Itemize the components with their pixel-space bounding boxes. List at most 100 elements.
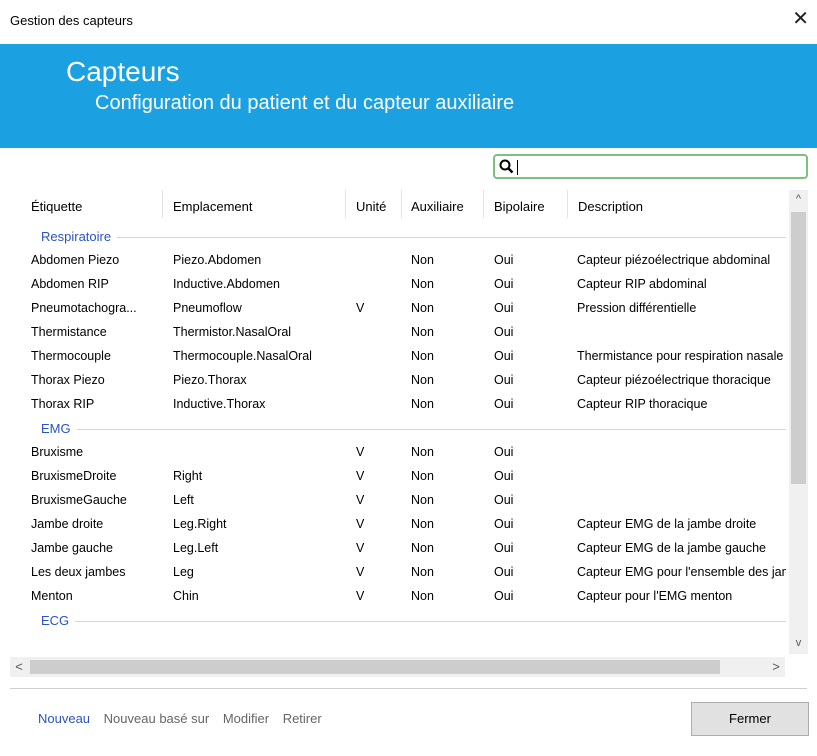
- modify-link[interactable]: Modifier: [223, 711, 269, 726]
- cell-bipolar: Oui: [494, 493, 514, 507]
- cell-description: Capteur pour l'EMG menton: [577, 589, 733, 603]
- cell-label: Thermistance: [31, 325, 107, 339]
- cell-unit: V: [356, 517, 365, 531]
- table-row[interactable]: BruxismeDroite Right V Non Oui: [10, 464, 786, 488]
- table-row[interactable]: Thorax Piezo Piezo.Thorax Non Oui Capteu…: [10, 368, 786, 392]
- cell-auxiliary: Non: [411, 397, 434, 411]
- cell-description: Capteur EMG pour l'ensemble des jambes: [577, 565, 786, 579]
- cell-label: Jambe droite: [31, 517, 104, 531]
- cell-description: Capteur piézoélectrique abdominal: [577, 253, 771, 267]
- horizontal-scroll-thumb[interactable]: [30, 660, 720, 674]
- cell-description: Capteur RIP thoracique: [577, 397, 708, 411]
- column-header-description[interactable]: Description: [568, 190, 785, 224]
- footer-actions: Nouveau Nouveau basé sur Modifier Retire…: [38, 711, 332, 726]
- cell-label: Les deux jambes: [31, 565, 126, 579]
- cell-location: Pneumoflow: [173, 301, 242, 315]
- table-row[interactable]: Abdomen Piezo Piezo.Abdomen Non Oui Capt…: [10, 248, 786, 272]
- scroll-up-icon[interactable]: ^: [789, 190, 808, 208]
- cell-unit: V: [356, 565, 365, 579]
- cell-auxiliary: Non: [411, 253, 434, 267]
- column-header-unit[interactable]: Unité: [346, 190, 402, 224]
- new-based-on-link[interactable]: Nouveau basé sur: [104, 711, 210, 726]
- column-header-auxiliary[interactable]: Auxiliaire: [402, 190, 484, 224]
- cell-bipolar: Oui: [494, 445, 514, 459]
- cell-auxiliary: Non: [411, 349, 434, 363]
- cell-unit: V: [356, 469, 365, 483]
- cell-auxiliary: Non: [411, 325, 434, 339]
- cell-bipolar: Oui: [494, 301, 514, 315]
- cell-auxiliary: Non: [411, 469, 434, 483]
- cell-label: Abdomen RIP: [31, 277, 109, 291]
- table-row[interactable]: Thermocouple Thermocouple.NasalOral Non …: [10, 344, 786, 368]
- cell-location: Inductive.Abdomen: [173, 277, 281, 291]
- table-row[interactable]: Jambe droite Leg.Right V Non Oui Capteur…: [10, 512, 786, 536]
- column-header-location[interactable]: Emplacement: [163, 190, 346, 224]
- cell-location: Right: [173, 469, 203, 483]
- cell-unit: V: [356, 445, 365, 459]
- text-caret: [517, 160, 518, 175]
- cell-description: Capteur RIP abdominal: [577, 277, 707, 291]
- cell-auxiliary: Non: [411, 277, 434, 291]
- search-input[interactable]: [493, 154, 808, 179]
- cell-label: Abdomen Piezo: [31, 253, 120, 267]
- table-row[interactable]: Thermistance Thermistor.NasalOral Non Ou…: [10, 320, 786, 344]
- column-header-bipolar[interactable]: Bipolaire: [484, 190, 568, 224]
- cell-bipolar: Oui: [494, 253, 514, 267]
- cell-label: BruxismeDroite: [31, 469, 117, 483]
- table-row[interactable]: Thorax RIP Inductive.Thorax Non Oui Capt…: [10, 392, 786, 416]
- cell-bipolar: Oui: [494, 565, 514, 579]
- vertical-scrollbar[interactable]: ^ v: [789, 190, 808, 654]
- cell-label: Menton: [31, 589, 73, 603]
- header-banner: Capteurs Configuration du patient et du …: [0, 44, 817, 148]
- cell-auxiliary: Non: [411, 445, 434, 459]
- cell-location: Leg.Left: [173, 541, 219, 555]
- table-row[interactable]: Jambe gauche Leg.Left V Non Oui Capteur …: [10, 536, 786, 560]
- table-row[interactable]: Menton Chin V Non Oui Capteur pour l'EMG…: [10, 584, 786, 608]
- new-link[interactable]: Nouveau: [38, 711, 90, 726]
- close-icon[interactable]: ✕: [792, 9, 809, 29]
- group-header-ecg: ECG: [10, 608, 786, 632]
- table-row[interactable]: Bruxisme V Non Oui: [10, 440, 786, 464]
- remove-link[interactable]: Retirer: [283, 711, 322, 726]
- cell-location: Thermistor.NasalOral: [173, 325, 292, 339]
- cell-bipolar: Oui: [494, 349, 514, 363]
- group-header-emg: EMG: [10, 416, 786, 440]
- cell-label: Bruxisme: [31, 445, 84, 459]
- cell-label: Pneumotachogra...: [31, 301, 137, 315]
- cell-bipolar: Oui: [494, 397, 514, 411]
- cell-auxiliary: Non: [411, 565, 434, 579]
- cell-bipolar: Oui: [494, 325, 514, 339]
- vertical-scroll-thumb[interactable]: [791, 212, 806, 484]
- cell-auxiliary: Non: [411, 373, 434, 387]
- cell-unit: V: [356, 589, 365, 603]
- cell-description: Thermistance pour respiration nasale: [577, 349, 784, 363]
- table-row[interactable]: Les deux jambes Leg V Non Oui Capteur EM…: [10, 560, 786, 584]
- cell-location: Thermocouple.NasalOral: [173, 349, 312, 363]
- horizontal-scrollbar[interactable]: < >: [10, 657, 785, 677]
- table-header: Étiquette Emplacement Unité Auxiliaire B…: [10, 190, 785, 224]
- cell-description: Pression différentielle: [577, 301, 697, 315]
- cell-label: BruxismeGauche: [31, 493, 127, 507]
- cell-auxiliary: Non: [411, 589, 434, 603]
- cell-description: Capteur piézoélectrique thoracique: [577, 373, 771, 387]
- cell-bipolar: Oui: [494, 373, 514, 387]
- page-subtitle: Configuration du patient et du capteur a…: [95, 92, 515, 114]
- cell-description: Capteur EMG de la jambe gauche: [577, 541, 766, 555]
- cell-bipolar: Oui: [494, 541, 514, 555]
- cell-location: Piezo.Thorax: [173, 373, 247, 387]
- cell-unit: V: [356, 541, 365, 555]
- cell-bipolar: Oui: [494, 589, 514, 603]
- cell-bipolar: Oui: [494, 469, 514, 483]
- scroll-right-icon[interactable]: >: [767, 657, 785, 677]
- scroll-down-icon[interactable]: v: [789, 634, 808, 652]
- page-title: Capteurs: [66, 56, 180, 87]
- table-row[interactable]: BruxismeGauche Left V Non Oui: [10, 488, 786, 512]
- scroll-left-icon[interactable]: <: [10, 657, 28, 677]
- search-icon: [499, 159, 514, 174]
- close-button[interactable]: Fermer: [691, 702, 809, 736]
- table-row[interactable]: Pneumotachogra... Pneumoflow V Non Oui P…: [10, 296, 786, 320]
- table-row[interactable]: Abdomen RIP Inductive.Abdomen Non Oui Ca…: [10, 272, 786, 296]
- cell-label: Thorax Piezo: [31, 373, 105, 387]
- cell-location: Left: [173, 493, 194, 507]
- column-header-label[interactable]: Étiquette: [10, 190, 163, 224]
